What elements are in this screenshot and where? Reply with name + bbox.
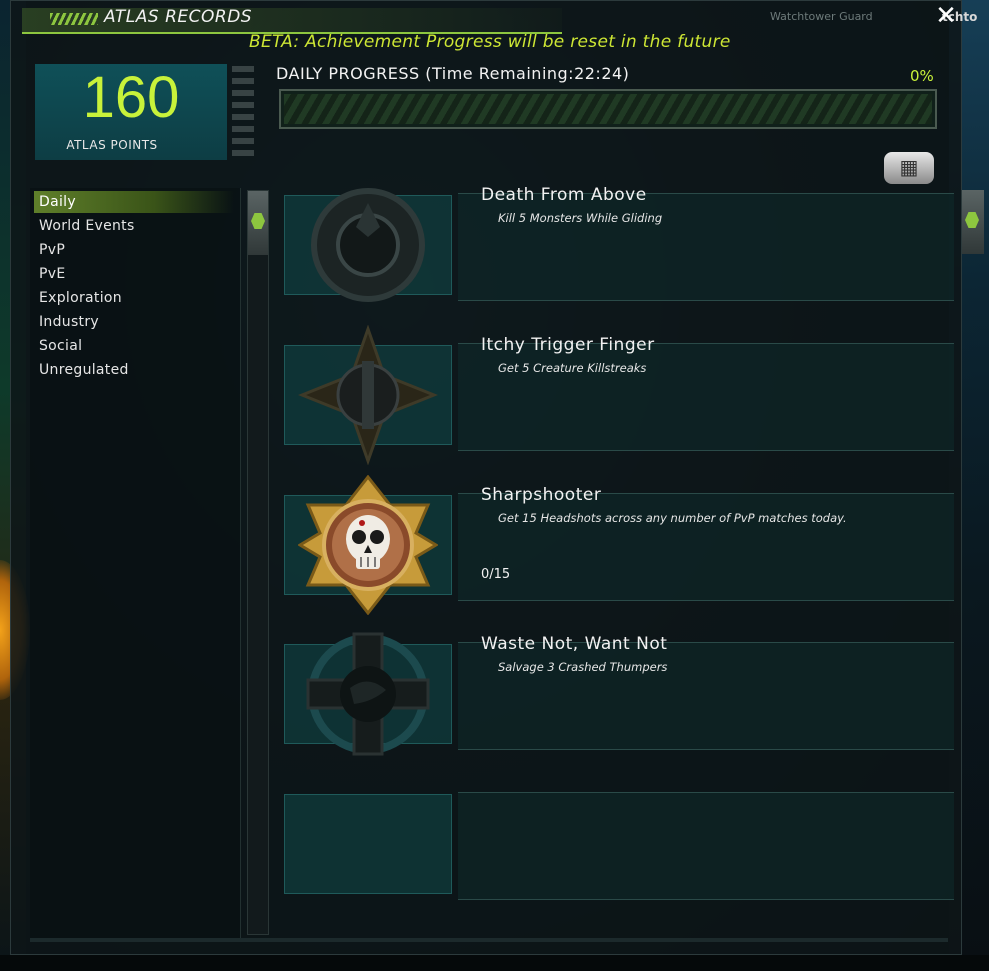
reward-crate-icon[interactable]: ▦ [884,152,934,184]
bottom-divider [30,938,948,942]
achievement-description: Salvage 3 Crashed Thumpers [498,660,668,674]
scrollbar-thumb[interactable] [248,191,268,255]
title-bar[interactable] [22,8,562,34]
achievement-card[interactable] [458,343,954,451]
shield-emblem-icon [298,175,438,315]
sidebar-item-daily[interactable]: Daily [34,191,234,213]
right-scrollbar-thumb[interactable] [962,190,984,254]
achievement-description: Kill 5 Monsters While Gliding [498,211,663,225]
achievement-card[interactable] [458,792,954,900]
watchtower-guard-tab[interactable]: Watchtower Guard [770,10,873,23]
achievement-description: Get 15 Headshots across any number of Pv… [498,511,847,525]
sidebar-item-unregulated[interactable]: Unregulated [34,359,234,381]
title-stripes-decoration [50,13,98,25]
achievement-title: Death From Above [481,185,647,205]
daily-progress-bar [279,89,937,129]
sidebar-item-pvp[interactable]: PvP [34,239,234,261]
atlas-points-label: ATLAS POINTS [66,138,158,152]
atlas-points-value: 160 [82,65,180,130]
achievement-title: Waste Not, Want Not [481,634,668,654]
daily-progress-title: DAILY PROGRESS (Time Remaining:22:24) [276,64,630,83]
daily-progress-percent: 0% [910,67,934,85]
close-icon[interactable]: ✕ [933,3,959,30]
sidebar-item-social[interactable]: Social [34,335,234,357]
sidebar-item-world-events[interactable]: World Events [34,215,234,237]
achievement-card[interactable] [458,193,954,301]
window-title: ATLAS RECORDS [104,7,253,27]
beta-notice: BETA: Achievement Progress will be reset… [249,32,731,52]
sidebar-item-industry[interactable]: Industry [34,311,234,333]
game-hud-strip [0,955,989,971]
globe-cross-emblem-icon [298,624,438,764]
achievement-card[interactable] [458,642,954,750]
list-scrollbar[interactable] [247,190,269,935]
achievement-description: Get 5 Creature Killstreaks [498,361,647,375]
skull-medal-icon [297,474,439,616]
sidebar-item-pve[interactable]: PvE [34,263,234,285]
sidebar-item-exploration[interactable]: Exploration [34,287,234,309]
chevron-decoration [232,66,254,156]
achievement-card[interactable] [458,493,954,601]
achievement-title: Sharpshooter [481,485,602,505]
achievement-icon-slot [284,794,452,894]
achievement-progress: 0/15 [481,567,511,582]
spiked-star-emblem-icon [297,324,439,466]
achievement-title: Itchy Trigger Finger [481,335,655,355]
progress-track [284,94,932,124]
